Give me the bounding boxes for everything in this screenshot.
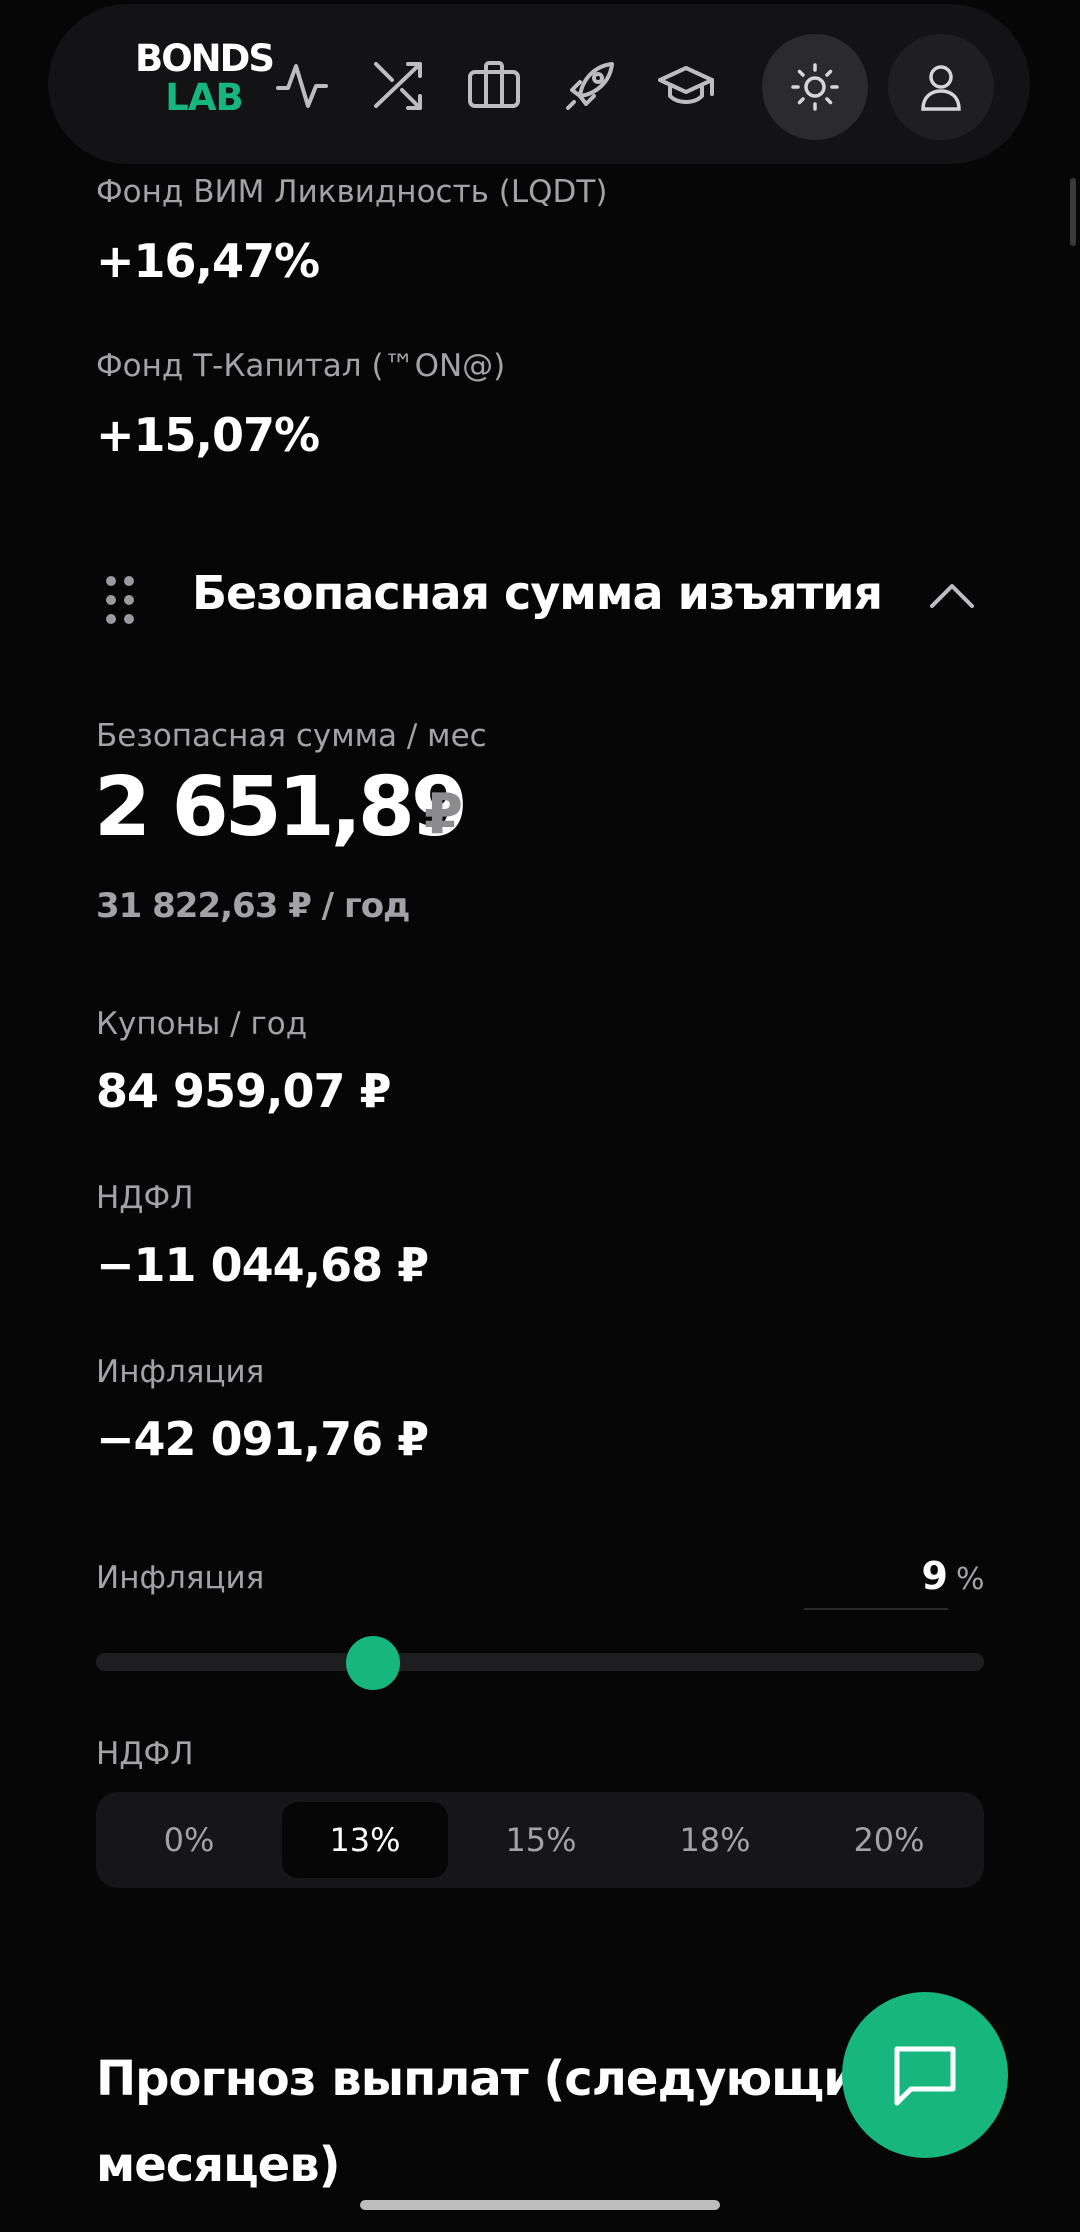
ndfl-label: НДФЛ <box>96 1180 194 1216</box>
ndfl-segmented-control: 0% 13% 15% 18% 20% <box>96 1792 984 1888</box>
fund-name-tmon: Фонд Т-Капитал (™ON@) <box>96 348 506 384</box>
coupons-label: Купоны / год <box>96 1006 308 1042</box>
top-navbar: BONDS LAB <box>48 4 1030 164</box>
fund-return-lqdt: +16,47% <box>96 234 320 288</box>
yearly-amount: 31 822,63 ₽ / год <box>96 886 411 926</box>
ndfl-option-13[interactable]: 13% <box>282 1802 448 1878</box>
inflation-slider-thumb[interactable] <box>346 1636 400 1690</box>
chat-icon <box>894 2046 956 2106</box>
shuffle-icon[interactable] <box>368 56 428 116</box>
ndfl-control-label: НДФЛ <box>96 1736 194 1772</box>
profile-button[interactable] <box>888 34 994 140</box>
ndfl-option-15[interactable]: 15% <box>458 1802 624 1878</box>
rocket-icon[interactable] <box>560 56 620 116</box>
inflation-control-label: Инфляция <box>96 1560 265 1596</box>
activity-icon[interactable] <box>272 56 332 116</box>
inflation-unit: % <box>956 1562 985 1597</box>
monthly-amount: 2 651,89 <box>94 760 468 855</box>
logo-bottom-text: LAB <box>165 76 243 119</box>
inflation-label: Инфляция <box>96 1354 265 1390</box>
ndfl-option-0[interactable]: 0% <box>106 1802 272 1878</box>
section-title: Безопасная сумма изъятия <box>192 566 883 620</box>
monthly-currency: ₽ <box>424 782 463 847</box>
drag-handle-icon[interactable] <box>106 576 136 624</box>
inflation-value: −42 091,76 ₽ <box>96 1412 429 1466</box>
scrollbar-thumb[interactable] <box>1070 178 1076 246</box>
ndfl-option-18[interactable]: 18% <box>632 1802 798 1878</box>
inflation-slider-track[interactable] <box>96 1653 984 1671</box>
chevron-up-icon[interactable] <box>928 580 976 610</box>
coupons-value: 84 959,07 ₽ <box>96 1064 392 1118</box>
chat-button[interactable] <box>842 1992 1008 2158</box>
user-icon <box>921 65 961 111</box>
inflation-input-value: 9 <box>921 1554 948 1598</box>
theme-toggle-button[interactable] <box>762 34 868 140</box>
sun-icon <box>791 63 839 111</box>
logo-top-text: BONDS <box>135 37 275 80</box>
graduation-cap-icon[interactable] <box>656 56 716 116</box>
inflation-input[interactable]: 9 <box>804 1550 948 1610</box>
bonds-lab-logo[interactable]: BONDS LAB <box>134 37 275 119</box>
swr-section-header[interactable]: Безопасная сумма изъятия <box>96 556 986 636</box>
fund-name-lqdt: Фонд ВИМ Ликвидность (LQDT) <box>96 174 608 210</box>
home-indicator[interactable] <box>360 2200 720 2210</box>
ndfl-value: −11 044,68 ₽ <box>96 1238 429 1292</box>
briefcase-icon[interactable] <box>464 56 524 116</box>
fund-return-tmon: +15,07% <box>96 408 320 462</box>
ndfl-option-20[interactable]: 20% <box>806 1802 972 1878</box>
monthly-label: Безопасная сумма / мес <box>96 718 487 754</box>
